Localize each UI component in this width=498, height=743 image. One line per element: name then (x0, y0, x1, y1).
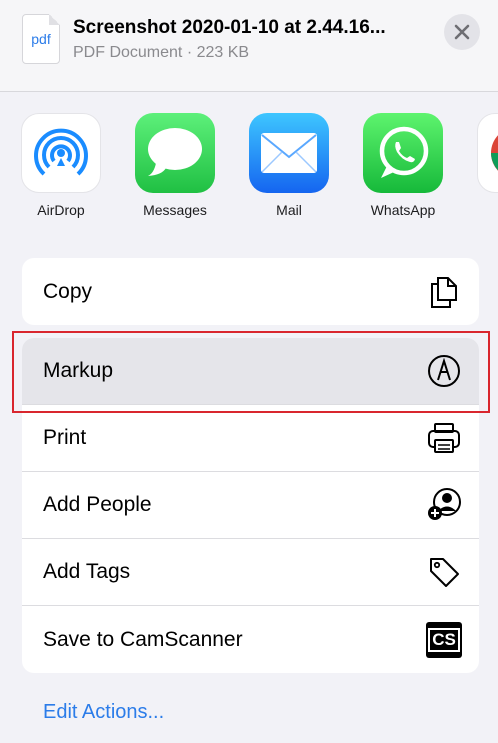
app-label: Messages (143, 202, 207, 218)
app-messages[interactable]: Messages (125, 113, 225, 218)
action-markup[interactable]: Markup (22, 338, 479, 405)
action-save-to-camscanner[interactable]: Save to CamScanner CS (22, 606, 479, 673)
chrome-icon (477, 113, 498, 193)
app-label: Mail (276, 202, 302, 218)
whatsapp-icon (363, 113, 443, 193)
action-add-tags[interactable]: Add Tags (22, 539, 479, 606)
app-chrome[interactable]: C (467, 113, 498, 218)
document-title: Screenshot 2020-01-10 at 2.44.16... (73, 17, 386, 38)
close-button[interactable] (444, 14, 480, 50)
file-type-label: pdf (31, 31, 51, 47)
markup-icon (428, 355, 460, 387)
app-label: WhatsApp (370, 202, 436, 218)
share-apps-row: AirDrop Messages Mail WhatsApp (0, 113, 498, 225)
camscanner-icon: CS (426, 621, 462, 658)
actions-group-copy: Copy (22, 258, 479, 325)
action-print[interactable]: Print (22, 405, 479, 472)
action-label: Add People (43, 493, 152, 516)
document-subtitle: PDF Document · 223 KB (73, 44, 250, 61)
action-label: Copy (43, 279, 93, 303)
action-add-people[interactable]: Add People (22, 472, 479, 539)
action-label: Print (43, 426, 87, 449)
messages-icon (135, 113, 215, 193)
mail-icon (249, 113, 329, 193)
edit-actions-link[interactable]: Edit Actions... (43, 701, 164, 724)
close-icon (454, 24, 470, 40)
app-label: C (467, 202, 498, 218)
action-label: Save to CamScanner (43, 627, 243, 651)
app-airdrop[interactable]: AirDrop (11, 113, 111, 218)
share-sheet-header: pdf Screenshot 2020-01-10 at 2.44.16... … (0, 0, 498, 92)
tag-icon (430, 558, 459, 587)
print-icon (428, 423, 460, 453)
add-people-icon (428, 488, 461, 520)
action-label: Markup (43, 359, 114, 382)
action-copy[interactable]: Copy (22, 258, 479, 325)
app-mail[interactable]: Mail (239, 113, 339, 218)
airdrop-icon (21, 113, 101, 193)
actions-group-main: Markup Print Add People Add Tags Save to… (22, 338, 479, 673)
camscanner-icon-text: CS (428, 627, 460, 652)
app-whatsapp[interactable]: WhatsApp (353, 113, 453, 218)
app-label: AirDrop (37, 202, 85, 218)
action-label: Add Tags (43, 560, 131, 583)
pdf-file-icon: pdf (22, 14, 60, 64)
copy-icon (431, 276, 457, 308)
